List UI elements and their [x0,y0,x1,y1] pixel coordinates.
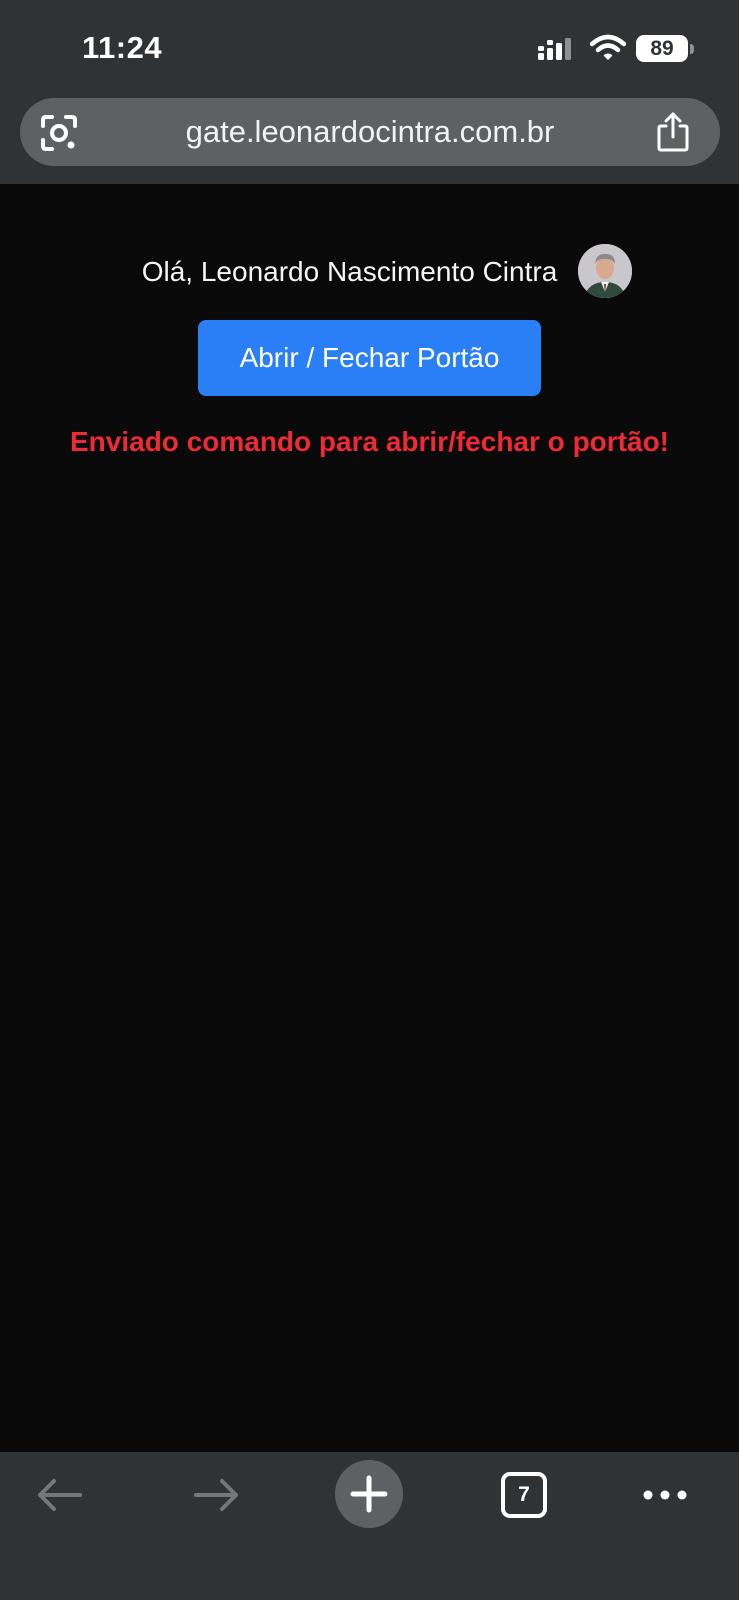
url-text[interactable]: gate.leonardocintra.com.br [20,98,720,166]
avatar [578,244,632,298]
new-tab-button[interactable] [335,1460,403,1528]
status-bar: 11:24 89 [0,0,739,90]
share-icon[interactable] [656,111,690,153]
plus-icon [350,1475,388,1513]
battery-icon: 89 [636,35,688,62]
wifi-icon [590,34,626,60]
page-content: Olá, Leonardo Nascimento Cintra Abrir / … [0,184,739,1452]
camera-lens-icon[interactable] [40,114,78,152]
browser-toolbar: gate.leonardocintra.com.br [0,90,739,184]
status-message: Enviado comando para abrir/fechar o port… [69,426,669,457]
tab-switcher-button[interactable]: 7 [501,1472,547,1518]
url-bar[interactable]: gate.leonardocintra.com.br [20,98,720,166]
user-photo [578,244,632,298]
more-icon[interactable] [640,1472,690,1518]
gate-toggle-button[interactable]: Abrir / Fechar Portão [198,320,541,396]
bottom-toolbar: 7 [0,1452,739,1600]
status-time: 11:24 [82,30,163,65]
battery-tip [690,44,694,54]
back-arrow-icon[interactable] [26,1460,96,1530]
forward-arrow-icon[interactable] [180,1460,250,1530]
cellular-signal-icon [538,38,571,60]
